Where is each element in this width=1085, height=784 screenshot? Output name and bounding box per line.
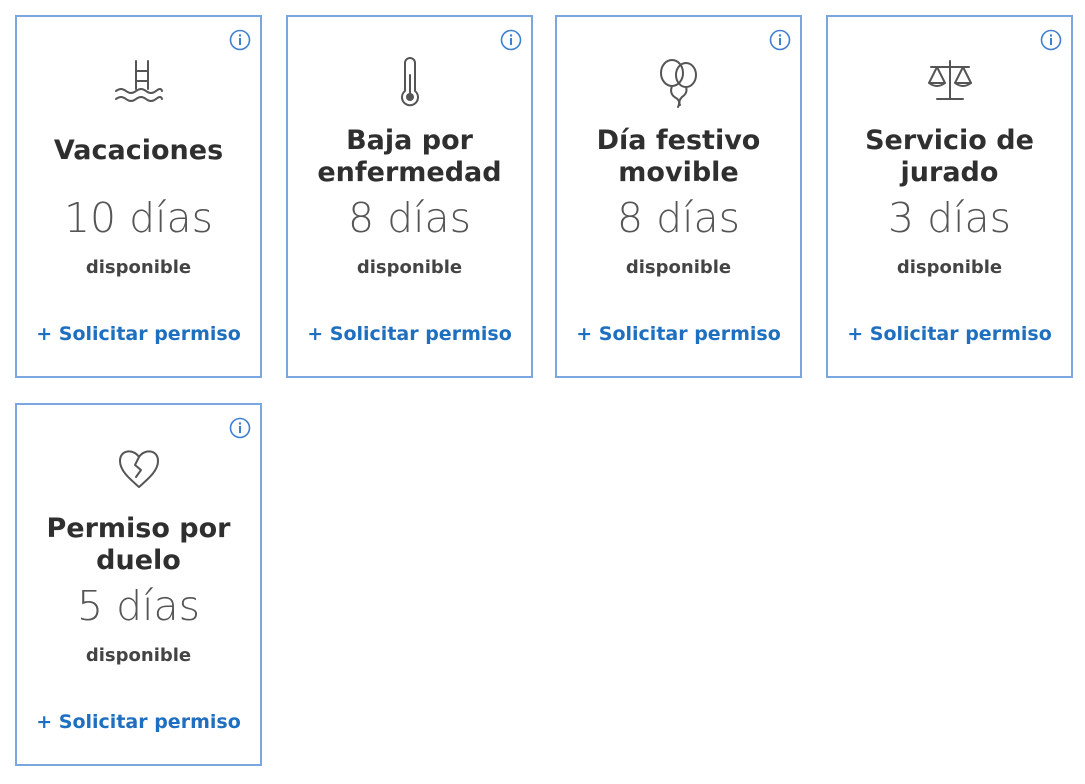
available-label: disponible <box>896 257 1003 278</box>
info-icon[interactable] <box>229 29 251 51</box>
days-available-value: 5 días <box>76 582 201 630</box>
available-label: disponible <box>625 257 732 278</box>
days-available-value: 8 días <box>616 194 741 242</box>
request-leave-link[interactable]: + Solicitar permiso <box>557 323 800 345</box>
leave-type-title: Baja por enfermedad <box>317 125 502 188</box>
days-available-value: 3 días <box>887 194 1012 242</box>
leave-type-title: Servicio de jurado <box>865 125 1034 188</box>
scales-icon <box>927 60 972 100</box>
info-icon[interactable] <box>1040 29 1062 51</box>
leave-type-title: Vacaciones <box>53 135 224 166</box>
leave-type-title: Permiso por duelo <box>46 513 231 576</box>
request-leave-link[interactable]: + Solicitar permiso <box>288 323 531 345</box>
request-leave-link[interactable]: + Solicitar permiso <box>828 323 1071 345</box>
leave-card-servicio-de-jurado: Servicio de jurado 3 días disponible + S… <box>826 15 1073 378</box>
available-label: disponible <box>356 257 463 278</box>
days-available-value: 10 días <box>63 194 214 242</box>
info-icon[interactable] <box>229 417 251 439</box>
request-leave-link[interactable]: + Solicitar permiso <box>17 323 260 345</box>
pool-ladder-icon <box>114 60 163 102</box>
leave-card-baja-por-enfermedad: Baja por enfermedad 8 días disponible + … <box>286 15 533 378</box>
available-label: disponible <box>85 257 192 278</box>
leave-card-vacaciones: Vacaciones 10 días disponible + Solicita… <box>15 15 262 378</box>
request-leave-link[interactable]: + Solicitar permiso <box>17 711 260 733</box>
available-label: disponible <box>85 645 192 666</box>
info-icon[interactable] <box>500 29 522 51</box>
thermometer-icon <box>400 57 419 107</box>
leave-card-permiso-por-duelo: Permiso por duelo 5 días disponible + So… <box>15 403 262 766</box>
balloons-icon <box>659 59 697 108</box>
leave-card-dia-festivo-movible: Día festivo movible 8 días disponible + … <box>555 15 802 378</box>
days-available-value: 8 días <box>347 194 472 242</box>
leave-type-title: Día festivo movible <box>596 125 761 188</box>
info-icon[interactable] <box>769 29 791 51</box>
broken-heart-icon <box>118 450 159 488</box>
